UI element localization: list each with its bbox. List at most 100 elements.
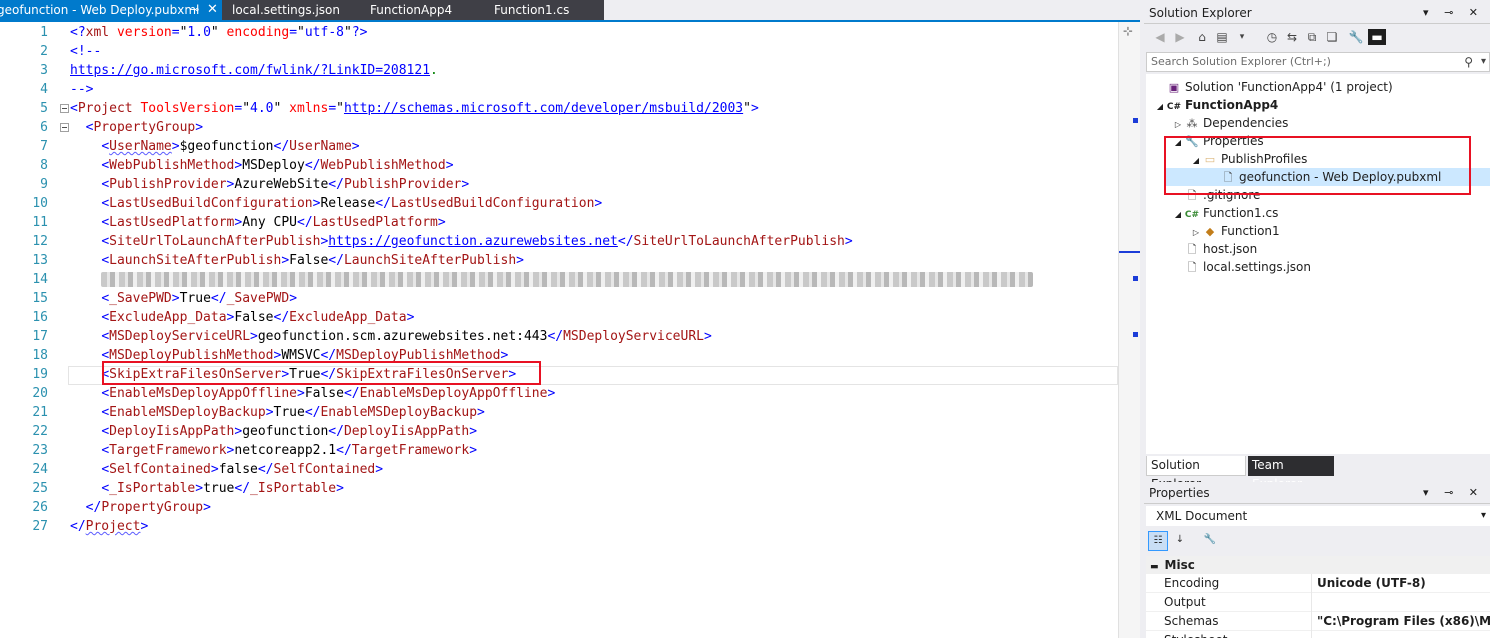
code-line[interactable]: <Project ToolsVersion="4.0" xmlns="http:… [70,99,759,118]
property-value[interactable] [1317,631,1490,638]
code-token: LastUsedPlatform [109,215,235,230]
alphabetical-icon[interactable]: ↓ [1170,531,1190,551]
properties-toolbar: ☷ ↓ 🔧 [1146,528,1490,554]
tab-functionapp4[interactable]: FunctionApp4 [354,0,478,20]
code-line[interactable]: </PropertyGroup> [70,498,211,517]
preview-icon[interactable]: ▬ [1368,29,1386,45]
home-icon[interactable]: ⌂ [1194,29,1210,45]
collapse-all-icon[interactable]: ⧉ [1304,29,1320,45]
vertical-scrollbar[interactable]: ⊹ [1118,22,1141,638]
property-value[interactable] [1317,593,1490,612]
code-line[interactable]: https://go.microsoft.com/fwlink/?LinkID=… [70,61,438,80]
solution-tree[interactable]: ▣ Solution 'FunctionApp4' (1 project) ◢ C# F… [1146,74,1490,454]
back-icon[interactable]: ◀ [1152,29,1168,45]
code-token: > [203,500,211,515]
panel-controls[interactable]: ▾ ⊸ ✕ [1423,2,1484,24]
code-token: = [171,25,180,40]
code-line[interactable]: <EnableMSDeployBackup>True</EnableMSDepl… [70,403,485,422]
property-category[interactable]: ▬ Misc [1146,556,1490,574]
code-token: > [461,177,470,192]
property-row[interactable]: Output [1146,593,1490,612]
code-token: False [234,310,274,325]
property-row[interactable]: Schemas "C:\Program Files (x86)\Microsoft [1146,612,1490,631]
code-line[interactable]: <TargetFramework>netcoreapp2.1</TargetFr… [70,441,477,460]
tree-node[interactable]: 🗋 .gitignore [1146,186,1490,204]
code-token: > [704,329,712,344]
chevron-down-icon[interactable]: ▾ [1481,506,1486,526]
code-line[interactable]: <?xml version="1.0" encoding="utf-8"?> [70,23,367,42]
tree-node[interactable]: ▣ Solution 'FunctionApp4' (1 project) [1146,78,1490,96]
tree-node[interactable]: 🗋 geofunction - Web Deploy.pubxml [1166,168,1490,186]
code-line[interactable]: <PropertyGroup> [70,118,203,137]
tree-node[interactable]: ◢ C# Function1.cs [1146,204,1490,222]
chevron-down-icon[interactable]: ▾ [1481,53,1486,71]
code-editor[interactable]: 1 2 3 4 5 6 7 8 9 10 11 12 13 14 15 16 17 18 19 20 21 22 23 24 2… [0,22,1141,638]
split-icon[interactable]: ⊹ [1123,24,1133,38]
property-value[interactable]: Unicode (UTF-8) [1317,574,1490,593]
property-grid[interactable]: ▬ Misc Encoding Unicode (UTF-8) Output Schem… [1146,556,1490,638]
tree-node[interactable]: 🗋 local.settings.json [1146,258,1490,276]
code-text[interactable]: <?xml version="1.0" encoding="utf-8"?> <!… [70,22,1118,638]
code-line[interactable]: xxxxxxxxxxxxxxxxxxxxxxxxxxxxxxxxxxxxxxxx… [70,270,1033,289]
code-token: " [210,25,219,40]
code-line[interactable]: <WebPublishMethod>MSDeploy</WebPublishMe… [70,156,453,175]
code-token: < [70,101,78,116]
line-number: 2 [40,44,48,59]
code-line[interactable]: <SkipExtraFilesOnServer>True</SkipExtraF… [70,365,516,384]
tab-team-explorer[interactable]: Team Explorer [1248,456,1334,491]
property-row[interactable]: Encoding Unicode (UTF-8) [1146,574,1490,593]
code-line[interactable]: <ExcludeApp_Data>False</ExcludeApp_Data> [70,308,414,327]
tree-node[interactable]: 🗋 host.json [1146,240,1490,258]
tab-pubxml[interactable]: geofunction - Web Deploy.pubxml ⊸ ✕ [0,0,222,20]
forward-icon[interactable]: ▶ [1172,29,1188,45]
code-line[interactable]: </Project> [70,517,148,536]
line-number: 18 [32,348,48,363]
properties-object-select[interactable]: XML Document ▾ [1146,506,1490,526]
tab-function1[interactable]: Function1.cs [478,0,604,20]
sync-icon[interactable]: ▤ [1214,29,1230,45]
property-row[interactable]: Stylesheet [1146,631,1490,638]
close-icon[interactable]: ✕ [207,0,218,20]
code-line[interactable]: <LastUsedPlatform>Any CPU</LastUsedPlatf… [70,213,445,232]
show-all-files-icon[interactable]: ❏ [1324,29,1340,45]
wrench-icon[interactable]: 🔧 [1348,29,1364,45]
categorized-icon[interactable]: ☷ [1148,531,1168,551]
property-pages-icon[interactable]: 🔧 [1200,531,1220,551]
code-line[interactable]: --> [70,80,93,99]
code-token: </ [210,291,227,306]
code-line[interactable]: <MSDeployPublishMethod>WMSVC</MSDeployPu… [70,346,508,365]
property-value[interactable]: "C:\Program Files (x86)\Microsoft [1317,612,1490,631]
tab-solution-explorer[interactable]: Solution Explorer [1146,456,1246,491]
history-icon[interactable]: ◷ [1264,29,1280,45]
code-line[interactable]: <PublishProvider>AzureWebSite</PublishPr… [70,175,469,194]
panel-controls[interactable]: ▾ ⊸ ✕ [1423,482,1484,504]
code-token: </ [304,405,321,420]
code-line[interactable]: <SiteUrlToLaunchAfterPublish>https://geo… [70,232,852,251]
code-line[interactable]: <MSDeployServiceURL>geofunction.scm.azur… [70,327,712,346]
tab-local-settings[interactable]: local.settings.json [222,0,354,20]
panel-title: Properties [1149,486,1210,500]
refresh-icon[interactable]: ⇆ [1284,29,1300,45]
pin-icon[interactable]: ⊸ [190,0,199,20]
code-line[interactable]: <EnableMsDeployAppOffline>False</EnableM… [70,384,555,403]
search-icon[interactable]: ⚲ [1464,53,1473,71]
tree-node[interactable]: ▷ ⁂ Dependencies [1146,114,1490,132]
code-line[interactable]: <LaunchSiteAfterPublish>False</LaunchSit… [70,251,524,270]
tree-node[interactable]: ◢ ▭ PublishProfiles [1146,150,1490,168]
chevron-down-icon[interactable]: ▾ [1234,29,1250,45]
fold-toggle[interactable] [60,104,69,113]
code-line[interactable]: <SelfContained>false</SelfContained> [70,460,383,479]
collapse-icon[interactable]: ▬ [1150,562,1159,572]
tree-node[interactable]: ◢ 🔧 Properties [1146,132,1490,150]
code-line[interactable]: <LastUsedBuildConfiguration>Release</Las… [70,194,602,213]
code-line[interactable]: <_IsPortable>true</_IsPortable> [70,479,344,498]
tree-node[interactable]: ▷ ◆ Function1 [1146,222,1490,240]
code-line[interactable]: <!-- [70,42,101,61]
tree-node[interactable]: ◢ C# FunctionApp4 [1146,96,1490,114]
code-line[interactable]: <UserName>$geofunction</UserName> [70,137,359,156]
fold-toggle[interactable] [60,123,69,132]
solution-search-input[interactable]: Search Solution Explorer (Ctrl+;) ⚲ ▾ [1146,52,1490,72]
code-line[interactable]: <_SavePWD>True</_SavePWD> [70,289,297,308]
code-line[interactable]: <DeployIisAppPath>geofunction</DeployIis… [70,422,477,441]
